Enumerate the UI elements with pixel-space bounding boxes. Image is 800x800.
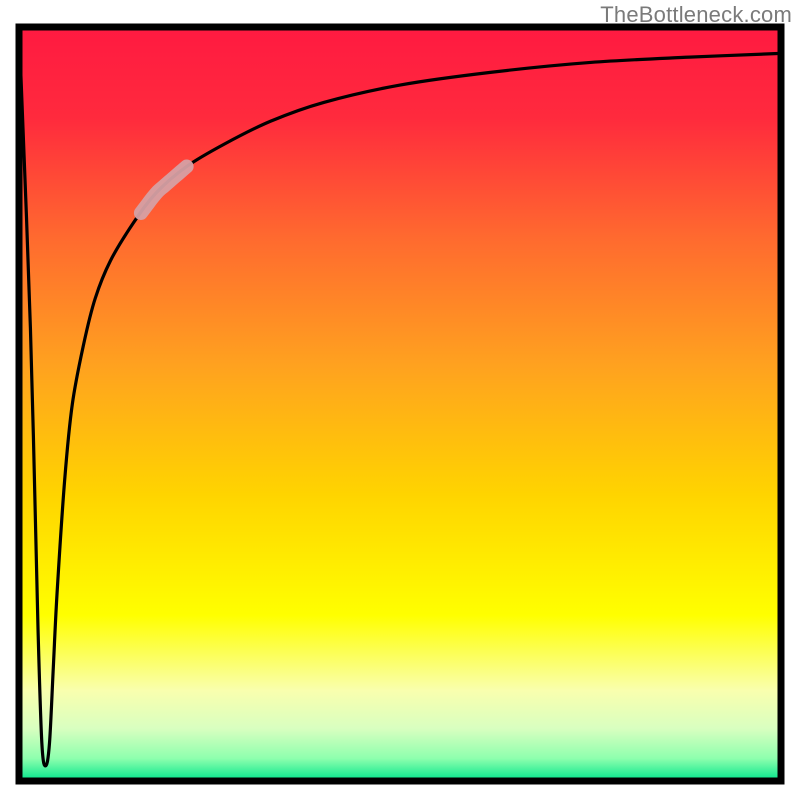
plot-background (19, 27, 781, 781)
chart-svg (0, 0, 800, 800)
watermark-text: TheBottleneck.com (600, 2, 792, 28)
bottleneck-chart: TheBottleneck.com (0, 0, 800, 800)
